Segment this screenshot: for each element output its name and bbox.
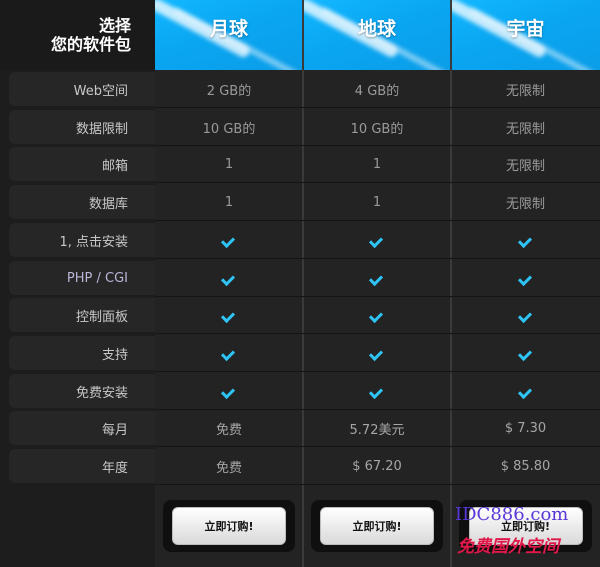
row-separator — [155, 371, 600, 372]
title-line-1: 选择 — [98, 16, 131, 35]
check-icon-cell — [155, 223, 303, 257]
price-cell: $ 85.80 — [500, 458, 551, 474]
order-button-frame: 立即订购! — [459, 500, 592, 552]
feature-cell: 1 — [224, 194, 234, 210]
price-cell: $ 67.20 — [352, 458, 402, 474]
order-now-button[interactable]: 立即订购! — [172, 507, 286, 545]
plan-name: 月球 — [209, 18, 248, 40]
feature-cell: 1 — [372, 156, 382, 172]
order-now-button[interactable]: 立即订购! — [320, 507, 434, 545]
feature-cell: 1 — [224, 156, 234, 172]
price-cell: 5.72美元 — [349, 422, 405, 438]
pricing-table: 选择 您的软件包 月球 地球 宇宙 Web空间 2 GB的 4 GB的 无限制 数据限制 10 … — [0, 0, 600, 567]
feature-cell: 10 GB的 — [202, 121, 256, 137]
price-cell: 免费 — [215, 460, 242, 476]
order-button-frame: 立即订购! — [311, 500, 443, 552]
check-icon-cell — [303, 374, 451, 408]
check-icon — [222, 309, 236, 321]
row-separator — [155, 145, 600, 146]
check-icon — [519, 272, 533, 284]
check-icon-cell — [451, 223, 600, 257]
row-separator — [155, 333, 600, 334]
check-icon — [222, 272, 236, 284]
feature-cell: 无限制 — [505, 158, 545, 174]
feature-cell: 无限制 — [505, 83, 545, 99]
plan-header-2: 地球 — [303, 0, 451, 70]
price-cell: $ 7.30 — [504, 420, 547, 436]
check-icon — [222, 385, 236, 397]
feature-label: 免费安装 — [9, 374, 155, 408]
check-icon-cell — [303, 223, 451, 257]
feature-label: PHP / CGI — [9, 261, 155, 295]
row-separator — [155, 220, 600, 221]
feature-label: 支持 — [9, 336, 155, 370]
check-icon — [370, 347, 384, 359]
check-icon — [370, 385, 384, 397]
check-icon-cell — [303, 261, 451, 295]
feature-label: 邮箱 — [9, 147, 155, 181]
order-button-frame: 立即订购! — [163, 500, 295, 552]
check-icon-cell — [303, 298, 451, 332]
row-separator — [155, 409, 600, 410]
check-icon-cell — [451, 374, 600, 408]
check-icon — [222, 347, 236, 359]
row-separator — [155, 182, 600, 183]
row-separator — [155, 446, 600, 447]
check-icon — [519, 309, 533, 321]
plan-header-3: 宇宙 — [451, 0, 600, 70]
feature-cell: 无限制 — [505, 196, 545, 212]
check-icon — [370, 309, 384, 321]
check-icon-cell — [155, 298, 303, 332]
feature-cell: 2 GB的 — [206, 83, 252, 99]
feature-cell: 10 GB的 — [350, 121, 404, 137]
row-separator — [155, 484, 600, 485]
feature-cell: 无限制 — [505, 121, 545, 137]
feature-cell: 1 — [372, 194, 382, 210]
plan-name: 地球 — [357, 18, 396, 40]
row-separator — [155, 258, 600, 259]
plan-header-1: 月球 — [155, 0, 303, 70]
feature-cell: 4 GB的 — [354, 83, 400, 99]
feature-label: 数据库 — [9, 185, 155, 219]
feature-label: 数据限制 — [9, 110, 155, 144]
check-icon-cell — [155, 261, 303, 295]
feature-label: 1, 点击安装 — [9, 223, 155, 257]
title-line-2: 您的软件包 — [50, 35, 131, 54]
table-title: 选择 您的软件包 — [0, 0, 155, 70]
check-icon-cell — [451, 261, 600, 295]
check-icon — [519, 385, 533, 397]
order-now-button[interactable]: 立即订购! — [468, 507, 583, 545]
check-icon — [222, 234, 236, 246]
price-cell: 免费 — [215, 422, 242, 438]
check-icon-cell — [451, 336, 600, 370]
check-icon-cell — [451, 298, 600, 332]
feature-label: 控制面板 — [9, 298, 155, 332]
plan-name: 宇宙 — [506, 18, 545, 40]
feature-label: 年度 — [9, 449, 155, 483]
check-icon — [370, 234, 384, 246]
check-icon — [519, 234, 533, 246]
row-separator — [155, 107, 600, 108]
check-icon-cell — [303, 336, 451, 370]
row-separator — [155, 296, 600, 297]
feature-label: 每月 — [9, 411, 155, 445]
check-icon — [519, 347, 533, 359]
check-icon-cell — [155, 336, 303, 370]
check-icon-cell — [155, 374, 303, 408]
check-icon — [370, 272, 384, 284]
feature-label: Web空间 — [9, 72, 155, 106]
